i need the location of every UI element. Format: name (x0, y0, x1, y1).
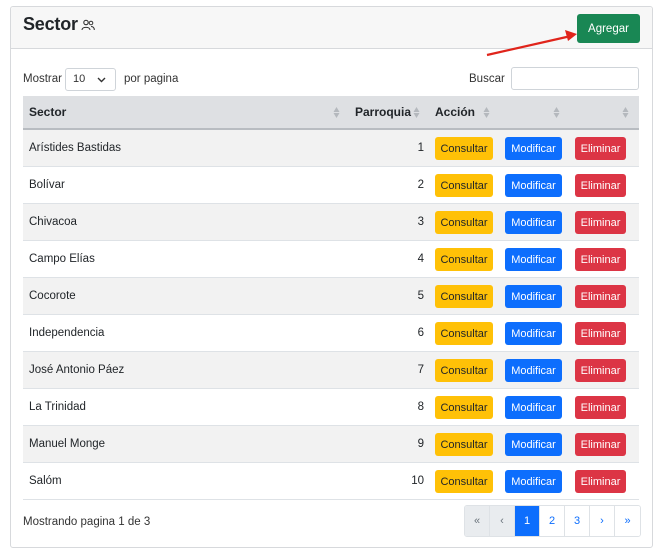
search-label: Buscar (469, 73, 505, 85)
sector-cell: Arístides Bastidas (29, 142, 122, 154)
parroquia-cell: 9 (417, 438, 424, 450)
consultar-button[interactable]: Consultar (435, 285, 493, 308)
sector-cell: Cocorote (29, 290, 76, 302)
show-label: Mostrar (23, 73, 62, 85)
modificar-button[interactable]: Modificar (505, 137, 562, 160)
page-size-value: 10 (73, 73, 86, 85)
column-header-sector[interactable]: Sector (29, 105, 66, 119)
consultar-button[interactable]: Consultar (435, 322, 493, 345)
card-header: Sector Agregar (11, 7, 652, 57)
sort-icon[interactable] (333, 106, 340, 119)
pagination-info: Mostrando pagina 1 de 3 (23, 516, 151, 528)
modificar-button[interactable]: Modificar (505, 359, 562, 382)
modificar-button[interactable]: Modificar (505, 285, 562, 308)
consultar-button[interactable]: Consultar (435, 211, 493, 234)
modificar-button[interactable]: Modificar (505, 211, 562, 234)
eliminar-button[interactable]: Eliminar (575, 211, 626, 234)
per-page-label: por pagina (124, 73, 179, 85)
consultar-button[interactable]: Consultar (435, 137, 493, 160)
sector-cell: Independencia (29, 327, 105, 339)
eliminar-button[interactable]: Eliminar (575, 322, 626, 345)
search-input[interactable] (511, 67, 639, 90)
page-size-select[interactable]: 10 (65, 68, 116, 91)
eliminar-button[interactable]: Eliminar (575, 470, 626, 493)
annotation-arrow (486, 30, 577, 57)
eliminar-button[interactable]: Eliminar (575, 248, 626, 271)
consultar-button[interactable]: Consultar (435, 396, 493, 419)
parroquia-cell: 10 (411, 475, 424, 487)
column-header-accion[interactable]: Acción (435, 105, 475, 119)
modificar-button[interactable]: Modificar (505, 433, 562, 456)
page-title: Sector (23, 14, 78, 34)
eliminar-button[interactable]: Eliminar (575, 137, 626, 160)
consultar-button[interactable]: Consultar (435, 174, 493, 197)
table-row: Bolívar 2 Consultar Modificar Eliminar (23, 167, 639, 204)
modificar-button[interactable]: Modificar (505, 174, 562, 197)
column-header-parroquia[interactable]: Parroquia (355, 105, 411, 119)
eliminar-button[interactable]: Eliminar (575, 396, 626, 419)
parroquia-cell: 4 (417, 253, 424, 265)
consultar-button[interactable]: Consultar (435, 359, 493, 382)
chevron-down-icon (97, 77, 106, 83)
sector-cell: Salóm (29, 475, 62, 487)
parroquia-cell: 6 (417, 327, 424, 339)
sector-card: Sector Agregar Mostrar 10 por pagina Bus… (10, 6, 653, 548)
table-row: Manuel Monge 9 Consultar Modificar Elimi… (23, 426, 639, 463)
table-row: Salóm 10 Consultar Modificar Eliminar (23, 463, 639, 500)
sector-cell: José Antonio Páez (29, 364, 125, 376)
eliminar-button[interactable]: Eliminar (575, 359, 626, 382)
table-row: La Trinidad 8 Consultar Modificar Elimin… (23, 389, 639, 426)
parroquia-cell: 1 (417, 142, 424, 154)
sort-icon[interactable] (553, 106, 560, 119)
users-icon (81, 19, 95, 31)
table-row: Independencia 6 Consultar Modificar Elim… (23, 315, 639, 352)
eliminar-button[interactable]: Eliminar (575, 285, 626, 308)
modificar-button[interactable]: Modificar (505, 396, 562, 419)
eliminar-button[interactable]: Eliminar (575, 433, 626, 456)
sort-icon[interactable] (483, 106, 490, 119)
consultar-button[interactable]: Consultar (435, 470, 493, 493)
page-button-1[interactable]: 1 (515, 506, 540, 536)
consultar-button[interactable]: Consultar (435, 248, 493, 271)
modificar-button[interactable]: Modificar (505, 470, 562, 493)
page-button-2[interactable]: 2 (540, 506, 565, 536)
page-button-3[interactable]: 3 (565, 506, 590, 536)
modificar-button[interactable]: Modificar (505, 322, 562, 345)
table-row: Campo Elías 4 Consultar Modificar Elimin… (23, 241, 639, 278)
table-row: Chivacoa 3 Consultar Modificar Eliminar (23, 204, 639, 241)
sector-cell: Manuel Monge (29, 438, 106, 450)
table-row: Arístides Bastidas 1 Consultar Modificar… (23, 130, 639, 167)
sort-icon[interactable] (622, 106, 629, 119)
modificar-button[interactable]: Modificar (505, 248, 562, 271)
sector-cell: Bolívar (29, 179, 65, 191)
parroquia-cell: 8 (417, 401, 424, 413)
previous-page-button[interactable]: ‹ (490, 506, 515, 536)
parroquia-cell: 2 (417, 179, 424, 191)
eliminar-button[interactable]: Eliminar (575, 174, 626, 197)
sector-cell: Campo Elías (29, 253, 95, 265)
add-button[interactable]: Agregar (577, 14, 640, 43)
sort-icon[interactable] (413, 106, 420, 119)
sector-cell: La Trinidad (29, 401, 86, 413)
next-page-button[interactable]: › (590, 506, 615, 536)
pagination: « ‹ 1 2 3 › » (464, 505, 641, 537)
table-row: José Antonio Páez 7 Consultar Modificar … (23, 352, 639, 389)
sector-cell: Chivacoa (29, 216, 77, 228)
table-row: Cocorote 5 Consultar Modificar Eliminar (23, 278, 639, 315)
table-header: Sector Parroquia Acción (23, 96, 639, 130)
parroquia-cell: 3 (417, 216, 424, 228)
first-page-button[interactable]: « (465, 506, 490, 536)
last-page-button[interactable]: » (615, 506, 640, 536)
consultar-button[interactable]: Consultar (435, 433, 493, 456)
parroquia-cell: 7 (417, 364, 424, 376)
parroquia-cell: 5 (417, 290, 424, 302)
